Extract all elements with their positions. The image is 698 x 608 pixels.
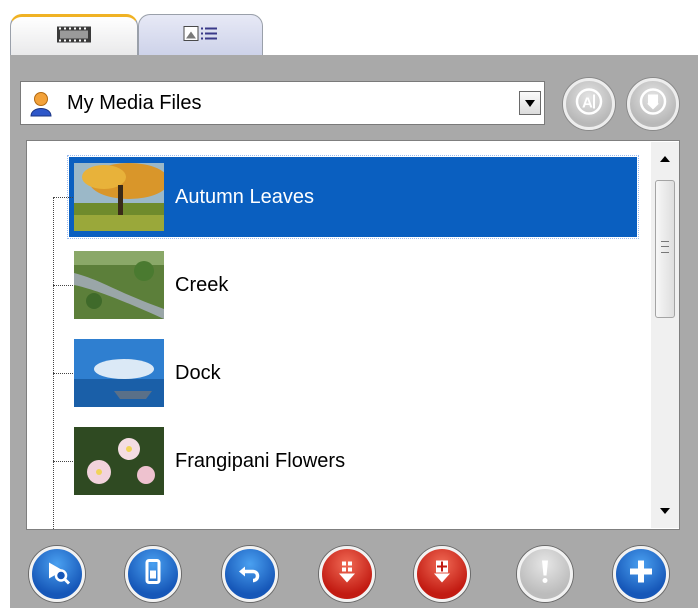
media-item-label: Autumn Leaves bbox=[175, 186, 314, 208]
copy-button[interactable] bbox=[125, 546, 181, 602]
exclamation-icon bbox=[530, 557, 560, 592]
tree-branch bbox=[53, 373, 73, 374]
media-item-label: Creek bbox=[175, 274, 229, 296]
move-down-all-icon bbox=[427, 557, 457, 592]
tree-branch bbox=[53, 461, 73, 462]
add-icon bbox=[626, 557, 656, 592]
tab-details-view[interactable] bbox=[138, 14, 263, 56]
warning-button[interactable] bbox=[517, 546, 573, 602]
grip-icon bbox=[661, 241, 669, 253]
vertical-scrollbar[interactable] bbox=[651, 142, 679, 528]
media-source-value: My Media Files bbox=[67, 92, 202, 114]
list-item[interactable]: Dock bbox=[27, 331, 647, 415]
sort-alphabetical-icon: A bbox=[575, 88, 603, 121]
user-icon bbox=[29, 91, 53, 122]
thumbnail-autumn-leaves bbox=[74, 163, 169, 231]
details-list-icon bbox=[183, 23, 219, 48]
bottom-toolbar bbox=[0, 540, 698, 608]
media-item-label: Dock bbox=[175, 362, 221, 384]
media-item-label: Frangipani Flowers bbox=[175, 450, 346, 472]
tab-filmstrip-view[interactable] bbox=[10, 14, 138, 56]
move-down-one-icon bbox=[332, 557, 362, 592]
scroll-up-arrow-icon[interactable] bbox=[660, 156, 670, 162]
view-options-icon bbox=[639, 88, 667, 121]
move-down-one-button[interactable] bbox=[319, 546, 375, 602]
undo-icon bbox=[235, 557, 265, 592]
list-item[interactable]: Autumn Leaves bbox=[27, 155, 647, 239]
thumbnail-creek bbox=[74, 251, 164, 319]
svg-text:A: A bbox=[582, 95, 593, 112]
media-list[interactable]: Autumn Leaves Creek Dock Frangipani Flow… bbox=[26, 140, 680, 530]
thumbnail-dock bbox=[74, 339, 164, 407]
tab-strip bbox=[0, 0, 698, 56]
list-item[interactable]: Frangipani Flowers bbox=[27, 419, 647, 503]
tree-branch bbox=[53, 285, 73, 286]
move-down-all-button[interactable] bbox=[414, 546, 470, 602]
list-item[interactable]: Creek bbox=[27, 243, 647, 327]
tree-branch bbox=[53, 197, 73, 198]
scroll-down-arrow-icon[interactable] bbox=[660, 508, 670, 514]
scrollbar-thumb[interactable] bbox=[655, 180, 675, 318]
media-source-dropdown[interactable]: My Media Files bbox=[20, 81, 545, 125]
sort-alphabetical-button[interactable]: A bbox=[563, 78, 615, 130]
filmstrip-icon bbox=[56, 24, 92, 49]
preview-button[interactable] bbox=[29, 546, 85, 602]
undo-button[interactable] bbox=[222, 546, 278, 602]
preview-search-icon bbox=[42, 557, 72, 592]
thumbnail-frangipani-flowers bbox=[74, 427, 164, 495]
view-options-button[interactable] bbox=[627, 78, 679, 130]
chevron-down-icon[interactable] bbox=[519, 91, 541, 115]
copy-icon bbox=[138, 557, 168, 592]
add-button[interactable] bbox=[613, 546, 669, 602]
